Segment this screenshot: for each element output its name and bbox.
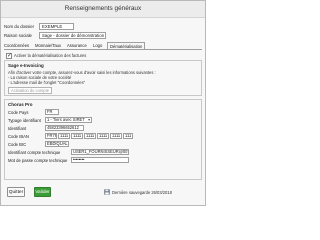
bic-input[interactable]: EBDIQUAL xyxy=(45,141,69,147)
iban-segment-3[interactable]: 1111 xyxy=(71,133,83,139)
iban-segment-6[interactable]: 1111 xyxy=(110,133,122,139)
activate-account-button[interactable]: Activation du compte xyxy=(8,87,52,94)
technical-password-label: Mot de passe compte technique xyxy=(8,158,68,163)
identifier-label: Identifiant xyxy=(8,126,27,131)
iban-segment-2[interactable]: 1111 xyxy=(58,133,70,139)
company-name-input[interactable]: EXEMPLE xyxy=(39,23,74,30)
settings-window: Renseignements généraux Nom du dossier E… xyxy=(0,0,206,206)
legal-name-input[interactable]: Sage - dossier de démonstration xyxy=(39,32,106,39)
country-code-label: Code Pays xyxy=(8,110,29,115)
legal-name-row: Raison sociale Sage - dossier de démonst… xyxy=(4,32,204,39)
tab-monnaie-taux[interactable]: Monnaie/Taux xyxy=(35,43,61,48)
identifier-type-value: 1 - Tiers avec SIRET xyxy=(47,117,85,122)
quit-button[interactable]: Quitter xyxy=(7,187,25,197)
iban-segment-1[interactable]: FR76 xyxy=(45,133,57,139)
tab-divider xyxy=(4,49,202,50)
sage-einvoicing-panel: Sage e-Invoicing Afin d'activer votre co… xyxy=(4,60,202,96)
technical-password-input[interactable]: •••••••• xyxy=(71,157,129,163)
title-bar: Renseignements généraux xyxy=(1,1,205,18)
bic-label: Code BIC xyxy=(8,142,27,147)
save-icon xyxy=(104,189,110,195)
identifier-type-select[interactable]: 1 - Tiers avec SIRET ▾ xyxy=(45,117,92,123)
technical-id-input[interactable]: USER1_FOURNISSEUR@0072850@cpro xyxy=(71,149,129,155)
validate-button[interactable]: Valider xyxy=(34,187,51,197)
chorus-pro-panel: Chorus Pro Code Pays FR Typage identifia… xyxy=(4,99,202,180)
window-title: Renseignements généraux xyxy=(64,5,142,12)
identifier-type-label: Typage identifiant xyxy=(8,118,41,123)
company-name-row: Nom du dossier EXEMPLE xyxy=(4,23,204,30)
iban-segment-4[interactable]: 1111 xyxy=(84,133,96,139)
tab-coordonnees[interactable]: Coordonnées xyxy=(4,43,29,48)
iban-label: Code IBAN xyxy=(8,134,29,139)
sage-einvoicing-title: Sage e-Invoicing xyxy=(8,63,44,68)
dematerialization-checkbox-label: Activer la dématérialisation des facture… xyxy=(14,53,87,58)
legal-name-label: Raison sociale xyxy=(4,33,32,38)
identifier-input[interactable]: 45823396652612 xyxy=(45,125,84,131)
company-name-label: Nom du dossier xyxy=(4,24,35,29)
tab-logo[interactable]: Logo xyxy=(93,43,102,48)
dematerialization-checkbox[interactable]: ✓ xyxy=(6,53,12,59)
chorus-pro-title: Chorus Pro xyxy=(8,102,33,107)
technical-id-label: Identifiant compte technique xyxy=(8,150,61,155)
last-save-text: Dernière sauvegarde 26/03/2018 xyxy=(112,190,172,195)
country-code-input[interactable]: FR xyxy=(45,109,59,115)
chevron-down-icon: ▾ xyxy=(88,118,90,122)
iban-segment-7[interactable]: 111 xyxy=(123,133,133,139)
checkmark-icon: ✓ xyxy=(7,53,13,59)
iban-segment-5[interactable]: 1111 xyxy=(97,133,109,139)
sage-einvoicing-bullet-2: - L'adresse mail de l'onglet "Coordonnée… xyxy=(8,80,86,85)
tab-assurance[interactable]: Assurance xyxy=(67,43,87,48)
